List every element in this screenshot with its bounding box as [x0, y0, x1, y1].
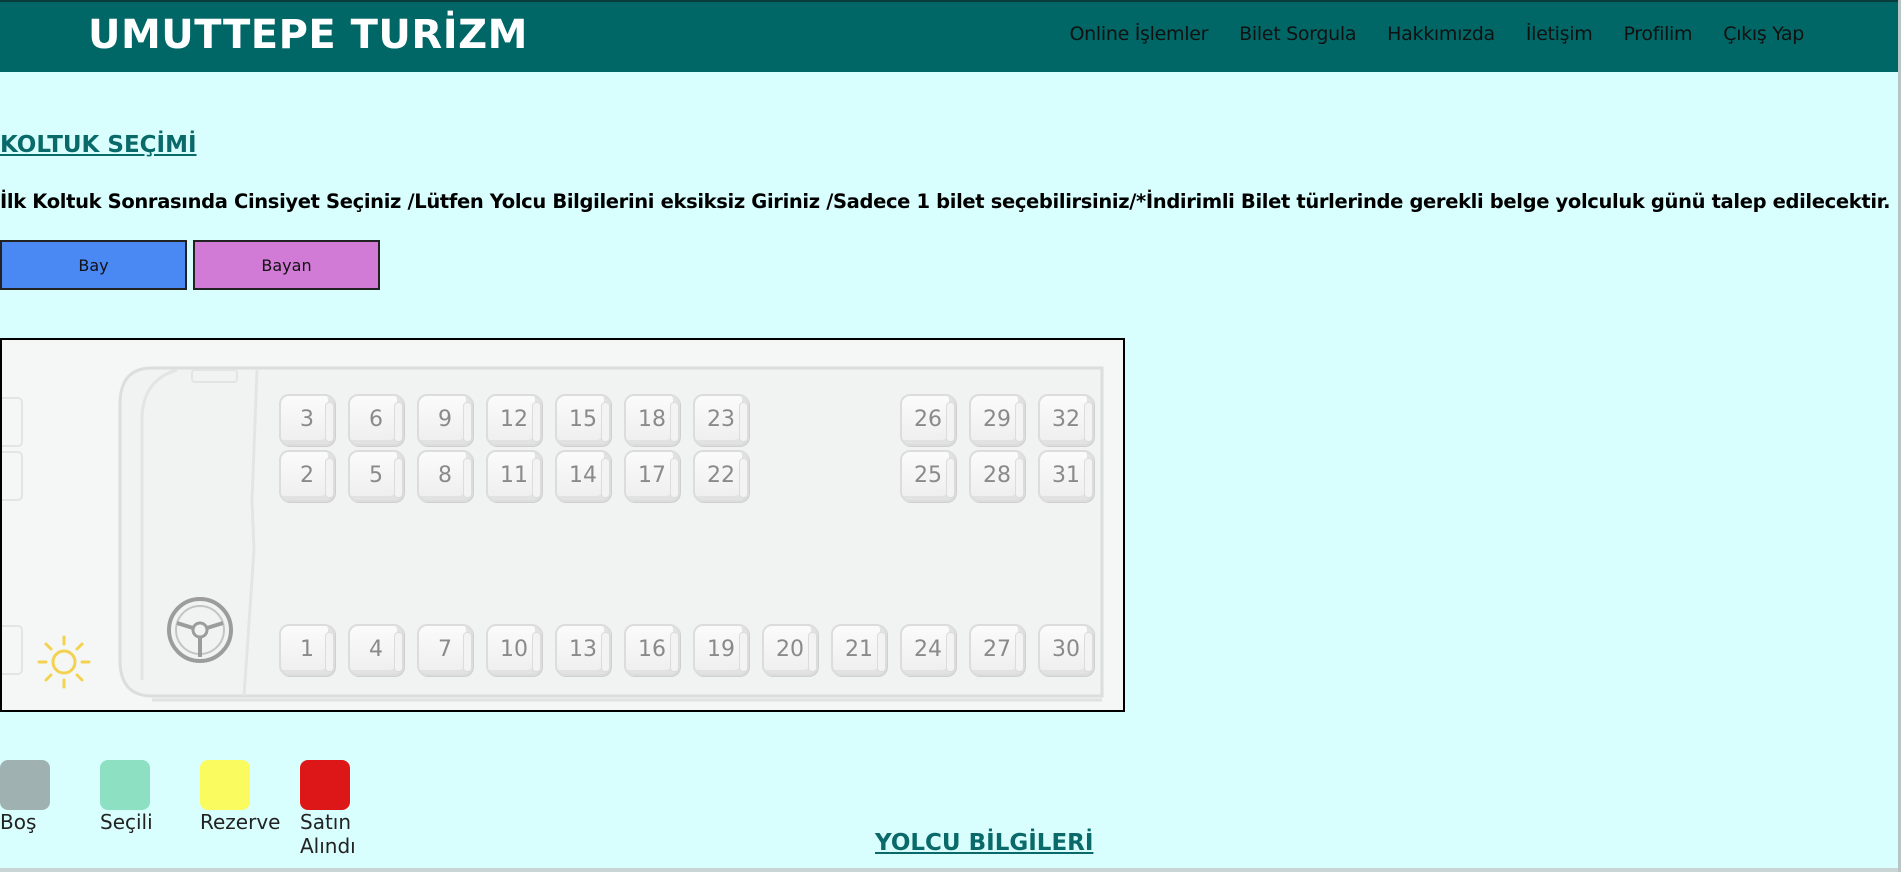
nav-link-online-islemler[interactable]: Online İşlemler [1070, 23, 1209, 45]
legend-label-reserved: Rezerve [200, 810, 281, 834]
seat-6[interactable]: 6 [348, 394, 404, 446]
seat-27[interactable]: 27 [969, 624, 1025, 676]
seat-18[interactable]: 18 [624, 394, 680, 446]
seat-13[interactable]: 13 [555, 624, 611, 676]
legend-reserved: Rezerve [200, 760, 281, 834]
gender-female-button[interactable]: Bayan [193, 240, 380, 290]
seat-19[interactable]: 19 [693, 624, 749, 676]
sun-icon [37, 635, 91, 689]
seat-selection-title: KOLTUK SEÇİMİ [0, 132, 197, 158]
legend-swatch-purchased [300, 760, 350, 810]
seat-7[interactable]: 7 [417, 624, 473, 676]
legend-swatch-reserved [200, 760, 250, 810]
legend-selected: Seçili [100, 760, 170, 834]
seat-2[interactable]: 2 [279, 450, 335, 502]
brand-logo[interactable]: UMUTTEPE TURİZM [88, 12, 528, 58]
nav-link-cikis-yap[interactable]: Çıkış Yap [1723, 23, 1804, 45]
legend-purchased: Satın Alındı [300, 760, 370, 858]
seat-10[interactable]: 10 [486, 624, 542, 676]
nav-link-bilet-sorgula[interactable]: Bilet Sorgula [1239, 23, 1356, 45]
seat-22[interactable]: 22 [693, 450, 749, 502]
seat-14[interactable]: 14 [555, 450, 611, 502]
top-navbar: UMUTTEPE TURİZM Online İşlemler Bilet So… [0, 0, 1901, 72]
gender-male-button[interactable]: Bay [0, 240, 187, 290]
nav-link-iletisim[interactable]: İletişim [1526, 23, 1593, 45]
seat-23[interactable]: 23 [693, 394, 749, 446]
legend-label-purchased: Satın Alındı [300, 810, 356, 858]
seat-32[interactable]: 32 [1038, 394, 1094, 446]
seat-9[interactable]: 9 [417, 394, 473, 446]
legend-swatch-empty [0, 760, 50, 810]
legend-empty: Boş [0, 760, 70, 834]
seat-8[interactable]: 8 [417, 450, 473, 502]
seat-15[interactable]: 15 [555, 394, 611, 446]
seat-24[interactable]: 24 [900, 624, 956, 676]
seat-21[interactable]: 21 [831, 624, 887, 676]
seat-5[interactable]: 5 [348, 450, 404, 502]
seat-25[interactable]: 25 [900, 450, 956, 502]
seat-20[interactable]: 20 [762, 624, 818, 676]
seat-29[interactable]: 29 [969, 394, 1025, 446]
bus-seat-map: 3 6 9 12 15 18 23 26 29 32 2 5 8 11 14 1… [0, 338, 1125, 712]
seat-16[interactable]: 16 [624, 624, 680, 676]
seat-instructions: İlk Koltuk Sonrasında Cinsiyet Seçiniz /… [0, 190, 1891, 213]
nav-link-hakkimizda[interactable]: Hakkımızda [1387, 23, 1495, 45]
bottom-divider [0, 868, 1901, 872]
seat-1[interactable]: 1 [279, 624, 335, 676]
legend-label-empty: Boş [0, 810, 37, 834]
seat-4[interactable]: 4 [348, 624, 404, 676]
seat-31[interactable]: 31 [1038, 450, 1094, 502]
legend-label-selected: Seçili [100, 810, 153, 834]
seat-28[interactable]: 28 [969, 450, 1025, 502]
nav-link-profilim[interactable]: Profilim [1623, 23, 1692, 45]
seat-17[interactable]: 17 [624, 450, 680, 502]
legend-swatch-selected [100, 760, 150, 810]
steering-wheel-icon [167, 597, 233, 663]
seat-26[interactable]: 26 [900, 394, 956, 446]
passenger-info-title: YOLCU BİLGİLERİ [875, 830, 1094, 856]
seat-12[interactable]: 12 [486, 394, 542, 446]
seat-3[interactable]: 3 [279, 394, 335, 446]
seat-30[interactable]: 30 [1038, 624, 1094, 676]
seat-11[interactable]: 11 [486, 450, 542, 502]
nav-links: Online İşlemler Bilet Sorgula Hakkımızda… [1070, 23, 1805, 45]
